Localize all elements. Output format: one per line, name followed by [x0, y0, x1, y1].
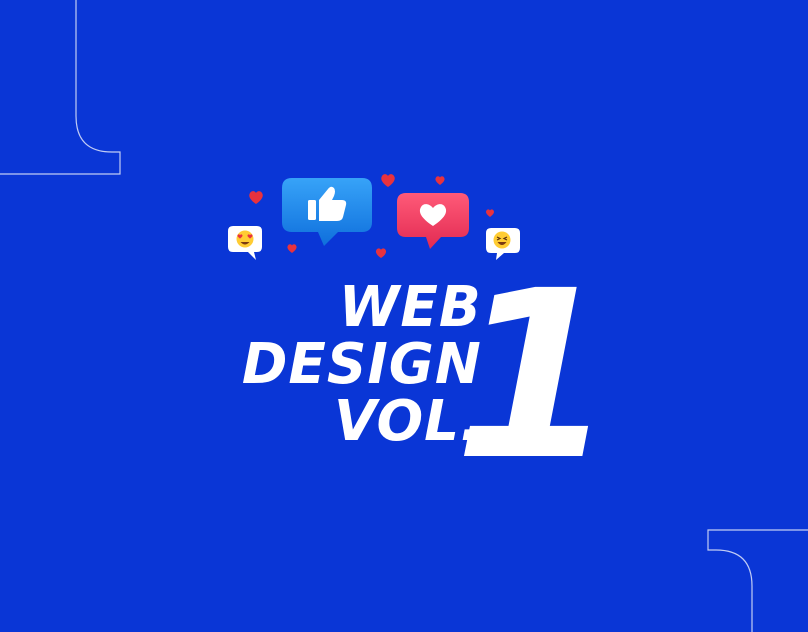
volume-number: 1: [454, 241, 615, 511]
small-heart-icon: [435, 176, 445, 185]
small-heart-icon: [375, 248, 387, 258]
thumbs-up-icon: [282, 178, 372, 246]
small-heart-icon: [249, 191, 263, 204]
small-heart-icon: [287, 244, 297, 253]
title-line-design: DESIGN: [242, 332, 482, 397]
small-heart-icon: [381, 174, 395, 187]
cover-artwork: WEB DESIGN VOL. 1: [0, 0, 808, 632]
heart-eyes-emoji-icon: [228, 226, 262, 260]
title-block: WEB DESIGN VOL.: [190, 276, 482, 456]
small-heart-icon: [486, 209, 494, 217]
